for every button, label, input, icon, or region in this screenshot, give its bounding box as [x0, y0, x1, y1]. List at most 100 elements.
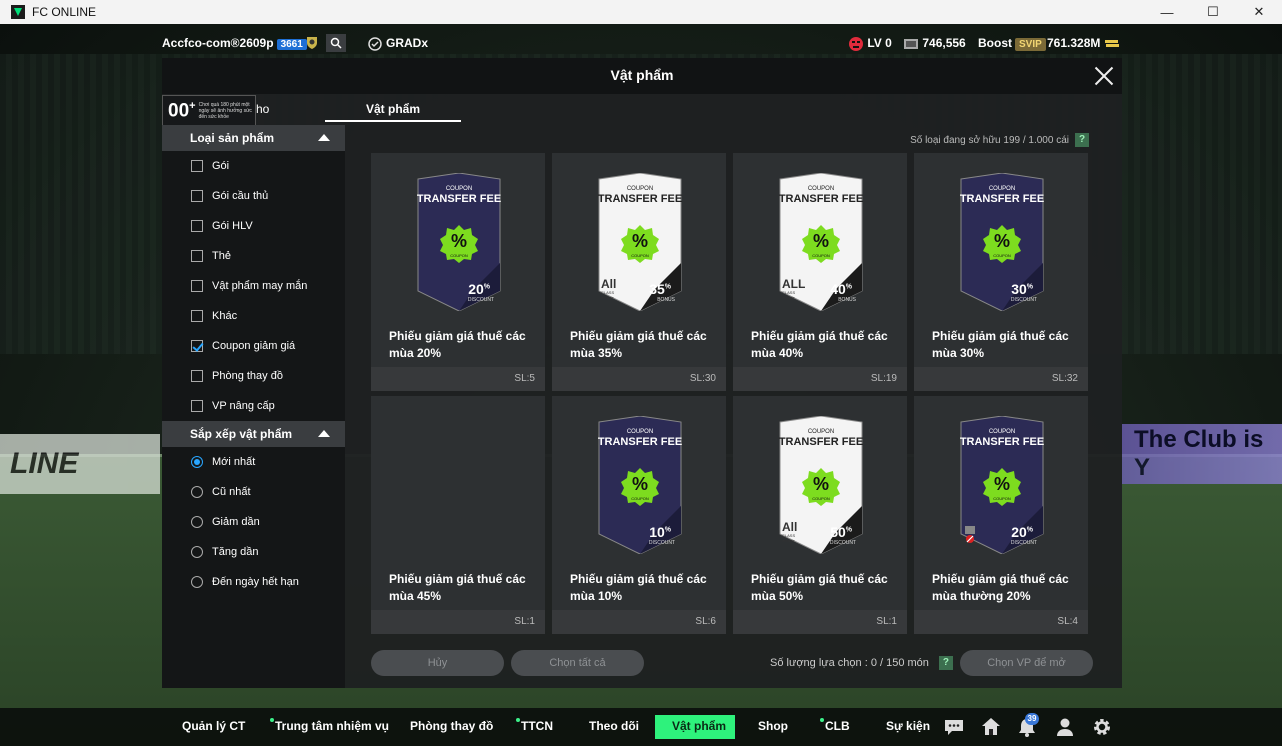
account-name[interactable]: Accfco-com®2609p 3661 [162, 36, 307, 50]
coupon-item-name-line1: Phiếu giảm giá thuế các [932, 572, 1069, 586]
coupon-item-card[interactable]: COUPON TRANSFER FEE% COUPON 30% DISCOUNT Phiế… [914, 153, 1088, 391]
category-option[interactable]: Gói cầu thủ [162, 181, 345, 211]
team-crest-icon[interactable] [304, 35, 320, 51]
coupon-image: COUPON TRANSFER FEE% COUPON 35% BONUS All CLAS… [595, 173, 685, 311]
nav-item[interactable]: Vật phẩm [672, 719, 726, 733]
club-name[interactable]: GRADx [367, 36, 428, 52]
category-option[interactable]: Phòng thay đồ [162, 361, 345, 391]
nav-item[interactable]: Shop [758, 719, 788, 733]
sort-option[interactable]: Đến ngày hết hạn [162, 567, 345, 597]
tab-vat-pham[interactable]: Vật phẩm [325, 98, 461, 122]
checkbox[interactable] [191, 220, 203, 232]
all-class-label: ALL [782, 277, 806, 291]
checkbox[interactable] [191, 400, 203, 412]
radio-button[interactable] [191, 516, 203, 528]
coupon-item-name-line2: mùa 35% [570, 346, 623, 360]
coupon-item-name: Phiếu giảm giá thuế các mùa 10% [570, 571, 715, 605]
category-header[interactable]: Loại sản phẩm [162, 125, 345, 151]
transfer-fee-caption: TRANSFER FEE [597, 193, 683, 205]
checkbox[interactable] [191, 250, 203, 262]
open-selected-button[interactable]: Chọn VP để mở [960, 650, 1093, 676]
coupon-value-number: 30 [1011, 281, 1027, 297]
coupon-item-card[interactable]: COUPON TRANSFER FEE% COUPON 20% DISCOUNT Phiế… [914, 396, 1088, 634]
nav-new-dot [516, 718, 520, 722]
close-dialog-icon[interactable] [1092, 64, 1116, 88]
nav-item[interactable]: CLB [820, 718, 850, 733]
checkbox[interactable] [191, 190, 203, 202]
radio-button[interactable] [191, 456, 203, 468]
sort-option[interactable]: Cũ nhất [162, 477, 345, 507]
nav-new-dot [820, 718, 824, 722]
coupon-item-name: Phiếu giảm giá thuế các mùa 40% [751, 328, 896, 362]
manager-level[interactable]: LV 0 [848, 36, 892, 52]
home-icon[interactable] [980, 716, 1002, 738]
transfer-fee-caption: TRANSFER FEE [959, 436, 1045, 448]
coupon-value: 35% [649, 281, 671, 297]
nav-item[interactable]: TTCN [516, 718, 553, 733]
coupon-item-card[interactable]: COUPON TRANSFER FEE% COUPON 35% BONUS All CLAS… [552, 153, 726, 391]
coupon-item-card[interactable]: COUPON TRANSFER FEE% COUPON 50% DISCOUNT All C… [733, 396, 907, 634]
percent-glyph: % [812, 231, 829, 251]
category-option[interactable]: Coupon giảm giá [162, 331, 345, 361]
coupon-item-card[interactable]: COUPON TRANSFER FEE% COUPON 10% DISCOUNT Phiế… [552, 396, 726, 634]
coupon-item-footer: SL:5 [371, 367, 545, 391]
sort-option[interactable]: Tăng dần [162, 537, 345, 567]
nav-item[interactable]: Phòng thay đồ [410, 719, 493, 733]
nav-item-label: Quản lý CT [182, 719, 246, 733]
close-window-button[interactable]: ✕ [1236, 0, 1282, 24]
coupon-value-caption: DISCOUNT [467, 297, 494, 303]
coupon-value-unit: % [1026, 283, 1033, 291]
coupon-item-card[interactable]: Phiếu giảm giá thuế các mùa 45% SL:1 [371, 396, 545, 634]
coupon-item-name-line2: mùa 45% [389, 589, 442, 603]
nav-item[interactable]: Theo dõi [589, 719, 639, 733]
profile-icon[interactable] [1054, 716, 1076, 738]
coupon-item-card[interactable]: COUPON TRANSFER FEE% COUPON 20% DISCOUNT Phiế… [371, 153, 545, 391]
category-option-label: VP nâng cấp [212, 400, 275, 412]
checkbox[interactable] [191, 370, 203, 382]
select-all-button[interactable]: Chọn tất cả [511, 650, 644, 676]
coupon-item-card[interactable]: COUPON TRANSFER FEE% COUPON 40% BONUS ALL CLAS… [733, 153, 907, 391]
coupon-item-name-line2: mùa 30% [932, 346, 985, 360]
maximize-button[interactable]: ☐ [1190, 0, 1236, 24]
coupon-value-unit: % [845, 283, 852, 291]
account-name-text: Accfco-com®2609p [162, 36, 274, 50]
coupon-value-caption: BONUS [838, 297, 856, 303]
checkbox[interactable] [191, 160, 203, 172]
chat-icon[interactable] [943, 716, 965, 738]
svip-badge: SVIP [1015, 38, 1046, 51]
checkbox[interactable] [191, 310, 203, 322]
category-option[interactable]: VP nâng cấp [162, 391, 345, 421]
category-option[interactable]: Gói [162, 151, 345, 181]
radio-button[interactable] [191, 486, 203, 498]
sort-option[interactable]: Giảm dần [162, 507, 345, 537]
nav-item[interactable]: Trung tâm nhiệm vụ [270, 718, 389, 733]
category-option[interactable]: Khác [162, 301, 345, 331]
minimize-button[interactable]: — [1144, 0, 1190, 24]
settings-gear-icon[interactable] [1091, 716, 1113, 738]
fc-coins[interactable]: 746,556 [903, 36, 966, 52]
nav-item-label: Phòng thay đồ [410, 719, 494, 733]
search-button[interactable] [326, 34, 346, 52]
sort-header[interactable]: Sắp xếp vật phẩm [162, 421, 345, 447]
nav-item[interactable]: Quản lý CT [182, 719, 245, 733]
category-option[interactable]: Vật phẩm may mắn [162, 271, 345, 301]
category-option[interactable]: Thẻ [162, 241, 345, 271]
help-icon[interactable]: ? [1075, 133, 1089, 147]
checkbox[interactable] [191, 340, 203, 352]
window-controls: — ☐ ✕ [1144, 0, 1282, 24]
checkbox[interactable] [191, 280, 203, 292]
coupon-item-name-line1: Phiếu giảm giá thuế các [932, 329, 1069, 343]
coupon-item-name: Phiếu giảm giá thuế các mùa thường 20% [932, 571, 1077, 605]
help-icon[interactable]: ? [938, 656, 953, 670]
radio-button[interactable] [191, 576, 203, 588]
nav-item[interactable]: Sự kiện [886, 719, 930, 733]
coupon-item-footer: SL:1 [371, 610, 545, 634]
bp-balance[interactable]: 761.328M [1047, 36, 1120, 52]
cancel-button[interactable]: Hủy [371, 650, 504, 676]
all-class-caption: CLASS include [782, 533, 796, 543]
category-option[interactable]: Gói HLV [162, 211, 345, 241]
sort-option-label: Giảm dần [212, 516, 260, 528]
boost-status[interactable]: Boost SVIP [978, 36, 1049, 51]
radio-button[interactable] [191, 546, 203, 558]
sort-option[interactable]: Mới nhất [162, 447, 345, 477]
